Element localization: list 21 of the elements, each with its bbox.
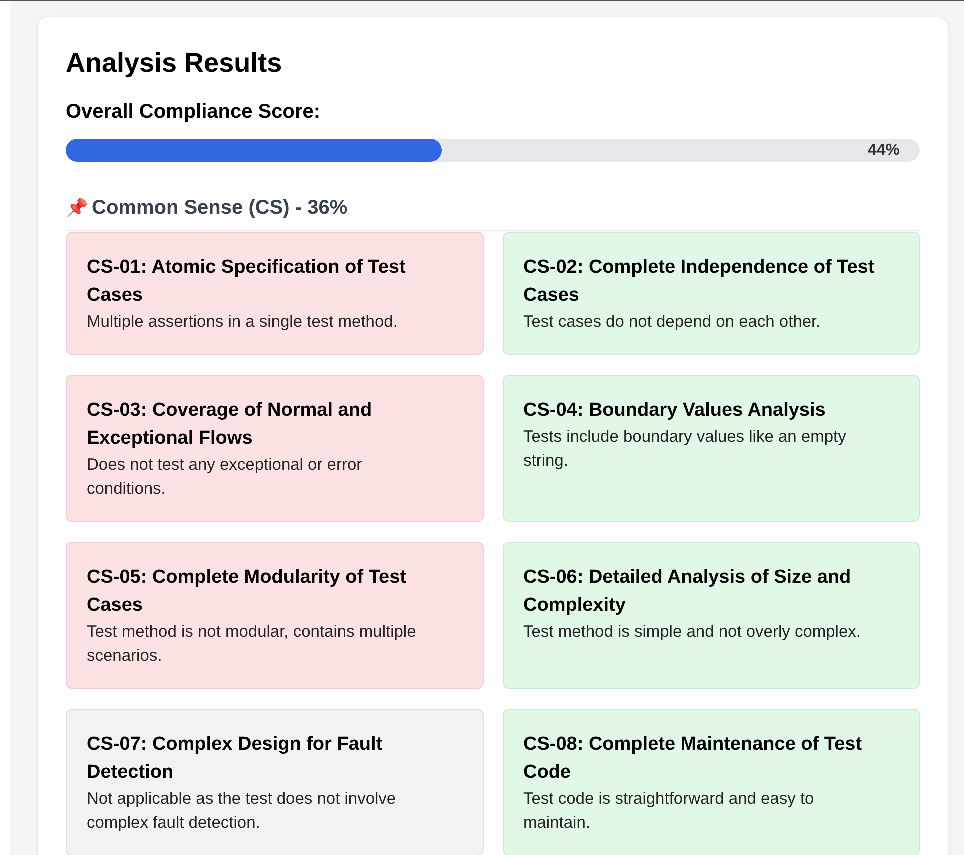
criterion-description: Test code is straightforward and easy to maintain. xyxy=(524,789,816,834)
page-title: Analysis Results xyxy=(66,47,284,80)
criterion-title: CS-03: Coverage of Normal and Exceptional Flows xyxy=(87,399,374,451)
criterion-title: CS-01: Atomic Specification of Test Cases xyxy=(87,256,407,308)
criterion-title: CS-07: Complex Design for Fault Detection xyxy=(87,733,384,785)
criterion-description: Tests include boundary values like an empty string. xyxy=(524,427,848,472)
criterion-description: Test method is not modular, contains multiple scenarios. xyxy=(87,622,418,667)
criterion-title: CS-06: Detailed Analysis of Size and Complexity xyxy=(524,566,852,618)
criterion-title: CS-05: Complete Modularity of Test Cases xyxy=(87,566,408,618)
criterion-description: Multiple assertions in a single test method. xyxy=(87,312,399,333)
criterion-description: Does not test any exceptional or error conditions. xyxy=(87,455,364,500)
criterion-description: Test method is simple and not overly complex. xyxy=(524,622,862,643)
criterion-description: Test cases do not depend on each other. xyxy=(524,312,822,333)
section-title: Common Sense (CS) - 36% xyxy=(92,196,348,221)
score-label: Overall Compliance Score: xyxy=(66,100,322,125)
score-value: 44% xyxy=(868,141,900,161)
criterion-title: CS-04: Boundary Values Analysis xyxy=(524,399,827,423)
criterion-title: CS-08: Complete Maintenance of Test Code xyxy=(524,733,864,785)
criterion-title: CS-02: Complete Independence of Test Cases xyxy=(524,256,876,308)
criterion-description: Not applicable as the test does not involve complex fault detection. xyxy=(87,789,398,834)
pin-icon: 📌 xyxy=(66,194,88,222)
